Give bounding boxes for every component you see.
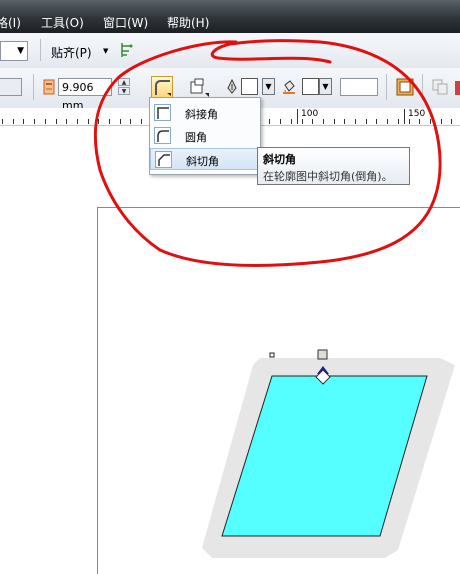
ruler-tick	[98, 119, 99, 124]
standard-toolbar: ▼ 贴齐(P) ▼	[0, 33, 460, 69]
menu-window[interactable]: 窗口(W)	[103, 14, 148, 31]
ruler-tick	[77, 119, 78, 124]
tooltip: 斜切角 在轮廓图中斜切角(倒角)。	[257, 147, 410, 185]
outline-style-field[interactable]	[340, 78, 378, 96]
page-border-left	[97, 207, 98, 574]
ruler-tick	[269, 119, 270, 124]
toolbar-overflow-icon	[455, 81, 460, 95]
ruler-tick	[2, 119, 3, 124]
ruler-tick	[323, 119, 324, 124]
ruler-tick	[302, 119, 303, 124]
ruler-tick	[441, 119, 442, 124]
menu-item-label: 斜接角	[185, 108, 218, 121]
menu-item-round[interactable]: 圆角	[150, 125, 258, 147]
fill-color-dropdown[interactable]: ▼	[319, 78, 332, 95]
contour-shape[interactable]	[190, 340, 460, 574]
ruler-tick	[376, 119, 377, 124]
toolbar-divider	[386, 74, 387, 100]
outline-pen-button[interactable]	[395, 77, 417, 99]
ruler-tick	[344, 119, 345, 124]
corner-style-icon	[155, 80, 171, 96]
ruler-tick	[13, 119, 14, 124]
ruler-tick	[120, 119, 121, 124]
menu-bar: 格(I) 工具(O) 窗口(W) 帮助(H)	[0, 0, 460, 33]
spinner-left[interactable]	[0, 78, 22, 96]
ruler-tick	[355, 119, 356, 124]
ruler-tick	[312, 119, 313, 124]
ruler-tick	[56, 119, 57, 124]
menu-item-label: 斜切角	[186, 155, 219, 168]
ruler-tick	[334, 119, 335, 124]
ruler-tick	[387, 119, 388, 124]
menu-tools[interactable]: 工具(O)	[41, 14, 84, 31]
selection-handle[interactable]	[317, 349, 328, 360]
increment-button[interactable]: ▲	[118, 78, 130, 86]
ruler-tick	[291, 119, 292, 124]
ruler-tick	[34, 119, 35, 124]
toolbar-divider	[40, 39, 41, 61]
ruler-label: 100	[301, 109, 319, 119]
page-border-top	[97, 207, 460, 208]
ruler-major-tick	[297, 109, 298, 124]
copy-icon	[432, 79, 448, 95]
menu-item-label: 圆角	[185, 131, 207, 144]
ruler-tick	[398, 119, 399, 124]
line-cap-icon	[190, 78, 209, 97]
ruler-tick	[419, 119, 420, 124]
convert-button[interactable]	[430, 77, 452, 99]
outline-color-dropdown[interactable]: ▼	[262, 78, 275, 95]
ruler-tick	[366, 119, 367, 124]
ruler-tick	[23, 119, 24, 124]
selection-handle[interactable]	[269, 352, 275, 358]
outline-pen-icon	[396, 78, 414, 96]
ruler-tick	[451, 119, 452, 124]
menu-item-miter[interactable]: 斜接角	[150, 102, 258, 124]
ruler-tick	[45, 119, 46, 124]
ruler-tick	[109, 119, 110, 124]
fill-color-swatch[interactable]	[302, 78, 319, 95]
ruler-tick	[430, 119, 431, 124]
menu-help[interactable]: 帮助(H)	[167, 14, 209, 31]
ruler-label: 150	[408, 109, 426, 119]
round-corner-icon	[154, 127, 171, 144]
fill-bucket-icon	[282, 79, 296, 95]
snap-to-button[interactable]: 贴齐(P)	[51, 44, 92, 61]
ruler-major-tick	[404, 109, 405, 124]
bevel-corner-icon	[155, 151, 172, 168]
miter-corner-icon	[154, 104, 171, 121]
snap-options-icon[interactable]	[119, 41, 135, 59]
ruler-tick	[66, 119, 67, 124]
line-end-button[interactable]	[188, 76, 210, 98]
snap-dropdown-arrow[interactable]: ▼	[103, 47, 108, 55]
corner-style-menu: 斜接角 圆角 斜切角	[149, 97, 261, 175]
ruler-tick	[409, 119, 410, 124]
outline-width-icon	[43, 79, 55, 95]
menu-format[interactable]: 格(I)	[0, 14, 21, 31]
corner-style-button[interactable]	[151, 76, 173, 98]
decrement-button[interactable]: ▼	[118, 87, 130, 95]
outline-color-swatch[interactable]	[241, 78, 258, 95]
zoom-combo[interactable]: ▼	[0, 41, 28, 61]
outline-width-input[interactable]: 9.906 mm	[58, 78, 112, 112]
toolbar-divider	[33, 74, 34, 100]
tooltip-title: 斜切角	[263, 153, 296, 166]
toolbar-divider	[422, 74, 423, 100]
pen-icon	[226, 78, 238, 95]
menu-item-bevel[interactable]: 斜切角	[150, 148, 258, 170]
tooltip-description: 在轮廓图中斜切角(倒角)。	[263, 170, 393, 183]
chevron-down-icon: ▼	[17, 46, 24, 56]
ruler-tick	[88, 119, 89, 124]
ruler-tick	[130, 119, 131, 124]
ruler-tick	[280, 119, 281, 124]
ruler-tick	[141, 119, 142, 124]
